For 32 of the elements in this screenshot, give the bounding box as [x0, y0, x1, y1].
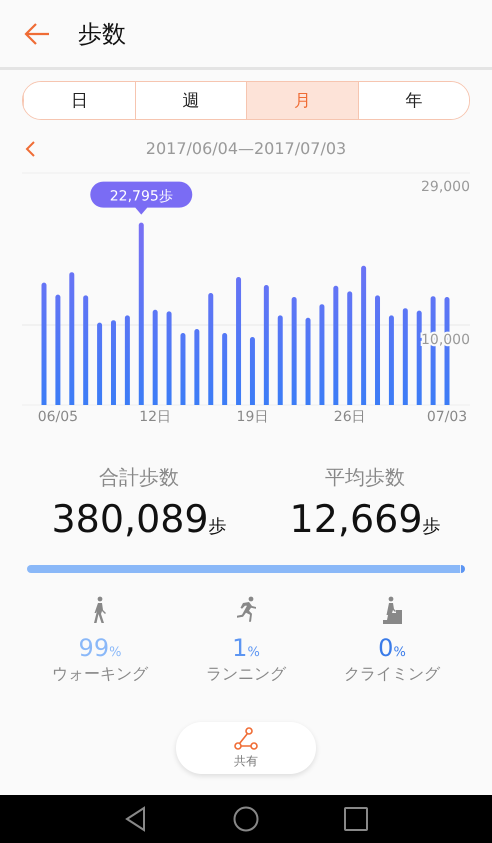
percent-value: 1%	[232, 634, 260, 662]
percent-value: 0%	[378, 634, 406, 662]
unit-label: 歩	[422, 515, 441, 538]
activity-label: ランニング	[206, 664, 286, 685]
axis-label: 26日	[334, 409, 366, 425]
axis-label: 06/05	[38, 409, 78, 425]
axis-label: 29,000	[421, 179, 470, 195]
stat-value: 380,089	[51, 497, 209, 541]
recent-apps-icon[interactable]	[343, 806, 369, 832]
page-title: 歩数	[78, 18, 126, 50]
activity-label: ウォーキング	[52, 664, 148, 685]
home-icon[interactable]	[233, 806, 259, 832]
axis-label: 19日	[236, 409, 268, 425]
percent-value: 99%	[78, 634, 122, 662]
chart-bar	[222, 333, 228, 405]
previous-icon[interactable]	[24, 141, 36, 157]
activity-label: クライミング	[344, 664, 440, 685]
date-range: 2017/06/04—2017/07/03	[146, 138, 346, 158]
annotation: 22,795歩	[110, 188, 173, 205]
back-icon[interactable]	[24, 22, 50, 44]
stat-label: 平均歩数	[325, 464, 406, 491]
share-button[interactable]: 共有	[176, 722, 316, 774]
share-icon	[232, 726, 260, 750]
stat-value: 12,669	[290, 497, 423, 541]
stat-label: 合計歩数	[99, 464, 180, 491]
axis-label: 12日	[139, 409, 172, 425]
chart-bar	[180, 333, 186, 405]
chart-bar	[250, 337, 255, 405]
value-tooltip: 22,795歩	[90, 182, 192, 215]
unit-label: 歩	[208, 515, 227, 538]
period-tab[interactable]: 年	[358, 82, 469, 119]
axis-label: 07/03	[426, 409, 468, 425]
